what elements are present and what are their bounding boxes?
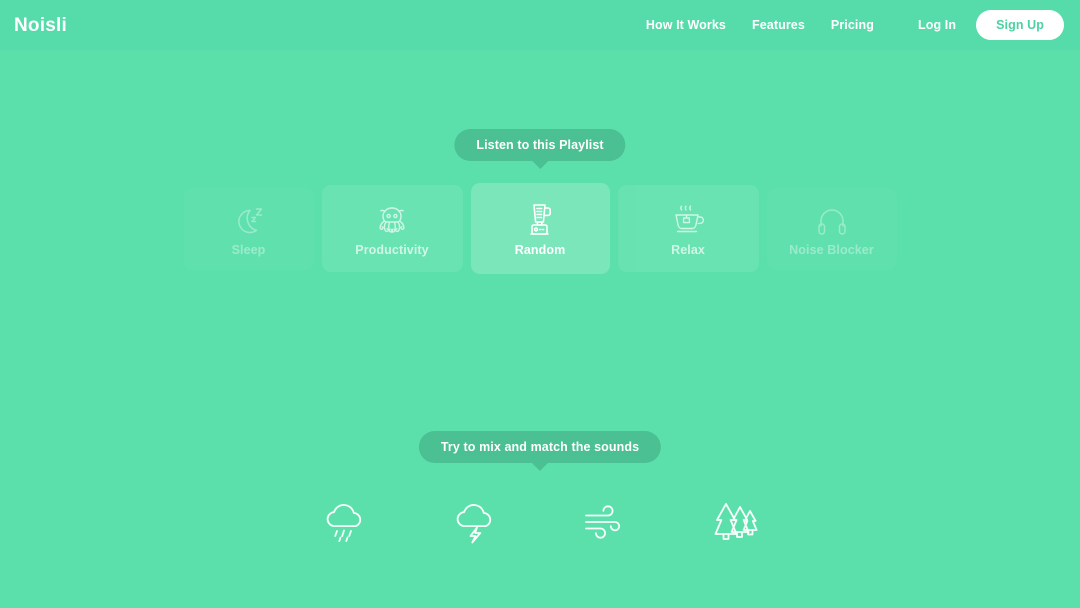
site-header: Noisli How It Works Features Pricing Log…: [0, 0, 1080, 50]
playlist-card-sleep[interactable]: Sleep: [184, 188, 314, 270]
octopus-icon: [371, 200, 413, 242]
sound-button-forest[interactable]: [705, 492, 765, 552]
teacup-icon: [667, 200, 709, 242]
sound-button-thunderstorm[interactable]: [445, 492, 505, 552]
main-navigation: How It Works Features Pricing Log In Sig…: [646, 10, 1080, 40]
playlist-card-noise-blocker[interactable]: Noise Blocker: [767, 188, 897, 270]
nav-pricing[interactable]: Pricing: [831, 18, 874, 32]
playlist-label-relax: Relax: [671, 243, 705, 258]
noisli-app-page: Noisli How It Works Features Pricing Log…: [0, 0, 1080, 608]
playlist-card-random[interactable]: Random: [470, 183, 610, 274]
nav-how-it-works[interactable]: How It Works: [646, 18, 726, 32]
playlist-label-noise-blocker: Noise Blocker: [789, 243, 874, 258]
nav-features[interactable]: Features: [752, 18, 805, 32]
playlist-label-sleep: Sleep: [231, 243, 266, 258]
playlist-card-relax[interactable]: Relax: [617, 185, 759, 272]
rain-cloud-icon: [317, 494, 373, 550]
thunderstorm-cloud-icon: [447, 494, 503, 550]
playlist-card-productivity[interactable]: Productivity: [321, 185, 463, 272]
listen-playlist-tooltip: Listen to this Playlist: [454, 129, 626, 161]
sound-selector-row: [0, 487, 1080, 557]
playlist-label-productivity: Productivity: [355, 243, 429, 258]
mix-sounds-tooltip: Try to mix and match the sounds: [418, 431, 662, 463]
forest-trees-icon: [706, 494, 764, 550]
noisli-logo[interactable]: Noisli: [14, 16, 67, 35]
sound-button-rain[interactable]: [315, 492, 375, 552]
sign-up-button[interactable]: Sign Up: [976, 10, 1064, 40]
playlist-carousel: Sleep Productivity Random Relax Noise Bl…: [0, 181, 1080, 276]
playlist-label-random: Random: [514, 243, 566, 258]
blender-icon: [520, 200, 560, 242]
login-link[interactable]: Log In: [918, 18, 956, 32]
moon-sleep-icon: [229, 200, 269, 242]
sound-button-wind[interactable]: [575, 492, 635, 552]
wind-icon: [576, 496, 634, 548]
headphones-icon: [812, 200, 852, 242]
